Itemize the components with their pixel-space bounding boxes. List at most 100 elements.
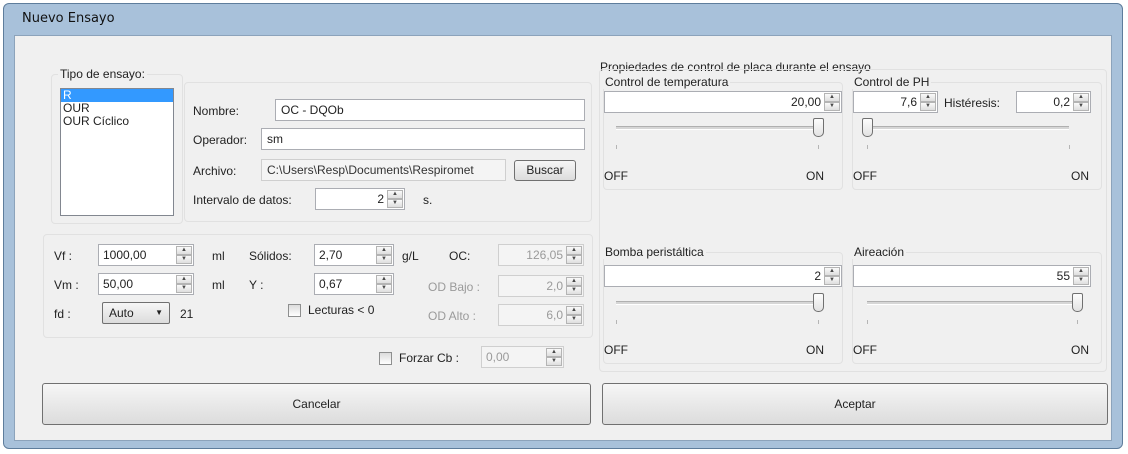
spin-down-arrow-icon[interactable]: ▼ xyxy=(1073,276,1089,285)
spin-down-arrow-icon[interactable]: ▼ xyxy=(824,102,840,111)
spin-up-arrow-icon: ▲ xyxy=(566,306,582,315)
odbajo-label: OD Bajo : xyxy=(428,280,481,294)
spin-up-arrow-icon: ▲ xyxy=(566,277,582,286)
temperatura-legend: Control de temperatura xyxy=(603,75,731,89)
oc-stepper: 126,05 ▲ ▼ xyxy=(498,244,584,266)
y-value: 0,67 xyxy=(319,277,343,291)
bomba-slider-track[interactable] xyxy=(616,301,818,305)
spin-up-arrow-icon[interactable]: ▲ xyxy=(376,246,392,255)
lecturas-checkbox[interactable] xyxy=(288,304,301,317)
temperatura-value: 20,00 xyxy=(790,95,821,109)
bomba-legend: Bomba peristáltica xyxy=(603,245,706,259)
spin-down-arrow-icon[interactable]: ▼ xyxy=(176,284,192,293)
cancel-button[interactable]: Cancelar xyxy=(42,383,591,425)
spin-down-arrow-icon: ▼ xyxy=(566,255,582,264)
aireacion-value: 55 xyxy=(1056,269,1070,283)
accept-button[interactable]: Aceptar xyxy=(602,383,1108,425)
spin-down-arrow-icon[interactable]: ▼ xyxy=(376,255,392,264)
temperatura-group: Control de temperatura 20,00 ▲ ▼ OFF ON xyxy=(603,75,843,190)
ph-value: 7,6 xyxy=(900,95,917,109)
spin-up-arrow-icon[interactable]: ▲ xyxy=(1073,267,1089,276)
vf-stepper[interactable]: 1000,00 ▲ ▼ xyxy=(98,244,194,266)
temperatura-slider-thumb[interactable] xyxy=(813,118,824,137)
vf-value: 1000,00 xyxy=(103,248,147,262)
vf-label: Vf : xyxy=(54,249,73,263)
spin-up-arrow-icon[interactable]: ▲ xyxy=(824,267,840,276)
fd-dropdown[interactable]: Auto ▼ xyxy=(102,302,170,324)
aireacion-stepper[interactable]: 55 ▲ ▼ xyxy=(853,265,1091,287)
spin-up-arrow-icon[interactable]: ▲ xyxy=(376,275,392,284)
histeresis-stepper[interactable]: 0,2 ▲ ▼ xyxy=(1016,91,1091,113)
temperatura-stepper[interactable]: 20,00 ▲ ▼ xyxy=(604,91,842,113)
histeresis-value: 0,2 xyxy=(1053,95,1070,109)
operador-label: Operador: xyxy=(193,133,248,147)
spin-up-arrow-icon[interactable]: ▲ xyxy=(824,93,840,102)
spin-down-arrow-icon[interactable]: ▼ xyxy=(387,199,403,208)
lecturas-label: Lecturas < 0 xyxy=(308,303,375,317)
intervalo-value: 2 xyxy=(377,192,384,206)
intervalo-stepper[interactable]: 2 ▲ ▼ xyxy=(315,188,405,210)
temperatura-slider-track[interactable] xyxy=(616,126,818,130)
nombre-label: Nombre: xyxy=(193,104,240,118)
ph-off-label: OFF xyxy=(853,169,877,183)
spin-up-arrow-icon[interactable]: ▲ xyxy=(920,93,936,102)
temperatura-off-label: OFF xyxy=(604,169,628,183)
ph-slider-track[interactable] xyxy=(867,126,1069,130)
ph-on-label: ON xyxy=(1071,169,1089,183)
dialog-client-area: Tipo de ensayo: R OUR OUR Cíclico Nombre… xyxy=(14,35,1112,441)
operador-input[interactable]: sm xyxy=(261,128,585,150)
bomba-on-label: ON xyxy=(806,343,824,357)
temperatura-tick-min xyxy=(616,145,617,149)
bomba-slider-thumb[interactable] xyxy=(813,293,824,312)
tipo-option-our-ciclico[interactable]: OUR Cíclico xyxy=(61,115,173,128)
aireacion-group: Aireación 55 ▲ ▼ OFF ON xyxy=(852,245,1102,364)
spin-up-arrow-icon[interactable]: ▲ xyxy=(387,190,403,199)
bomba-value: 2 xyxy=(814,269,821,283)
spin-up-arrow-icon[interactable]: ▲ xyxy=(176,275,192,284)
spin-down-arrow-icon: ▼ xyxy=(566,315,582,324)
archivo-path-field: C:\Users\Resp\Documents\Respiromet xyxy=(261,159,506,181)
spin-down-arrow-icon[interactable]: ▼ xyxy=(1073,102,1089,111)
solidos-unit: g/L xyxy=(402,249,419,263)
vm-label: Vm : xyxy=(54,278,79,292)
forzar-cb-value: 0,00 xyxy=(486,350,510,364)
intervalo-unit: s. xyxy=(423,193,433,207)
title-bar[interactable]: Nuevo Ensayo xyxy=(4,4,1122,32)
ph-group: Control de PH 7,6 ▲ ▼ Histéresis: 0,2 ▲ ▼ … xyxy=(852,75,1102,190)
spin-down-arrow-icon[interactable]: ▼ xyxy=(176,255,192,264)
bomba-group: Bomba peristáltica 2 ▲ ▼ OFF ON xyxy=(603,245,843,364)
info-group: Nombre: OC - DQOb Operador: sm Archivo: … xyxy=(184,82,592,222)
ph-legend: Control de PH xyxy=(852,75,932,89)
aireacion-on-label: ON xyxy=(1071,343,1089,357)
buscar-button[interactable]: Buscar xyxy=(514,160,576,181)
ph-slider-thumb[interactable] xyxy=(862,118,873,137)
tipo-ensayo-listbox[interactable]: R OUR OUR Cíclico xyxy=(60,88,174,216)
spin-up-arrow-icon: ▲ xyxy=(546,348,562,357)
spin-down-arrow-icon[interactable]: ▼ xyxy=(824,276,840,285)
window-title: Nuevo Ensayo xyxy=(22,11,115,26)
intervalo-label: Intervalo de datos: xyxy=(193,193,292,207)
spin-up-arrow-icon[interactable]: ▲ xyxy=(176,246,192,255)
histeresis-label: Histéresis: xyxy=(944,96,1001,110)
oc-label: OC: xyxy=(449,249,471,263)
tipo-ensayo-group: Tipo de ensayo: R OUR OUR Cíclico xyxy=(51,67,183,224)
odbajo-value: 2,0 xyxy=(546,279,563,293)
chevron-down-icon: ▼ xyxy=(155,308,163,317)
spin-down-arrow-icon[interactable]: ▼ xyxy=(376,284,392,293)
dialog-window: Nuevo Ensayo Tipo de ensayo: R OUR OUR C… xyxy=(3,3,1123,449)
y-stepper[interactable]: 0,67 ▲ ▼ xyxy=(314,273,394,295)
solidos-label: Sólidos: xyxy=(249,249,292,263)
bomba-stepper[interactable]: 2 ▲ ▼ xyxy=(604,265,842,287)
nombre-input[interactable]: OC - DQOb xyxy=(275,99,585,121)
aireacion-slider-thumb[interactable] xyxy=(1072,293,1083,312)
vm-stepper[interactable]: 50,00 ▲ ▼ xyxy=(98,273,194,295)
spin-up-arrow-icon[interactable]: ▲ xyxy=(1073,93,1089,102)
solidos-stepper[interactable]: 2,70 ▲ ▼ xyxy=(314,244,394,266)
ph-stepper[interactable]: 7,6 ▲ ▼ xyxy=(853,91,938,113)
spin-down-arrow-icon[interactable]: ▼ xyxy=(920,102,936,111)
bomba-tick-max xyxy=(818,320,819,324)
control-placa-group: Control de temperatura 20,00 ▲ ▼ OFF ON C… xyxy=(599,69,1107,372)
aireacion-off-label: OFF xyxy=(853,343,877,357)
forzar-cb-checkbox[interactable] xyxy=(379,352,392,365)
aireacion-slider-track[interactable] xyxy=(867,301,1077,305)
